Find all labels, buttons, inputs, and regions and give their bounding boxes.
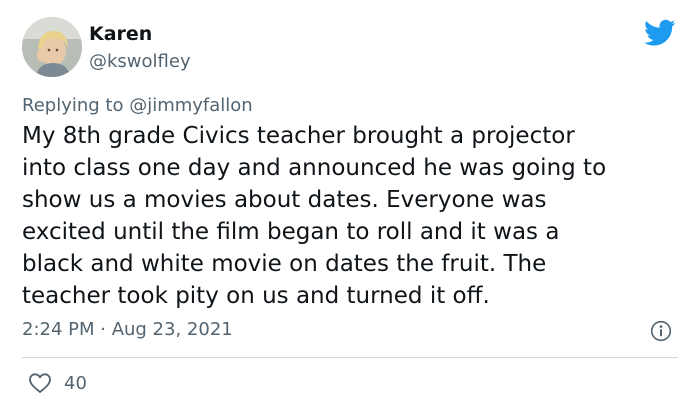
tweet-text-line: into class one day and announced he was …	[22, 155, 607, 181]
user-handle[interactable]: @kswolfley	[89, 50, 191, 74]
tweet-text-line: excited until the film began to roll and…	[22, 219, 560, 245]
tweet-timestamp[interactable]: 2:24 PM · Aug 23, 2021	[22, 318, 233, 342]
tweet-text-line: black and white movie on dates the fruit…	[22, 251, 547, 277]
info-icon[interactable]	[650, 320, 672, 342]
reply-mention[interactable]: @jimmyfallon	[129, 95, 253, 116]
tweet-text: My 8th grade Civics teacher brought a pr…	[22, 120, 682, 312]
display-name[interactable]: Karen	[89, 22, 152, 46]
tweet-text-line: teacher took pity on us and turned it of…	[22, 283, 490, 309]
avatar[interactable]	[22, 17, 82, 77]
reply-prefix: Replying to	[22, 95, 130, 116]
twitter-bird-icon[interactable]	[644, 19, 676, 47]
heart-icon[interactable]	[28, 372, 52, 394]
reply-context: Replying to @jimmyfallon	[22, 94, 253, 118]
tweet-card: Karen @kswolfley Replying to @jimmyfallo…	[0, 0, 700, 410]
like-count: 40	[64, 373, 87, 394]
tweet-text-line: My 8th grade Civics teacher brought a pr…	[22, 123, 575, 149]
tweet-text-line: show us a movies about dates. Everyone w…	[22, 187, 547, 213]
divider	[22, 357, 678, 358]
